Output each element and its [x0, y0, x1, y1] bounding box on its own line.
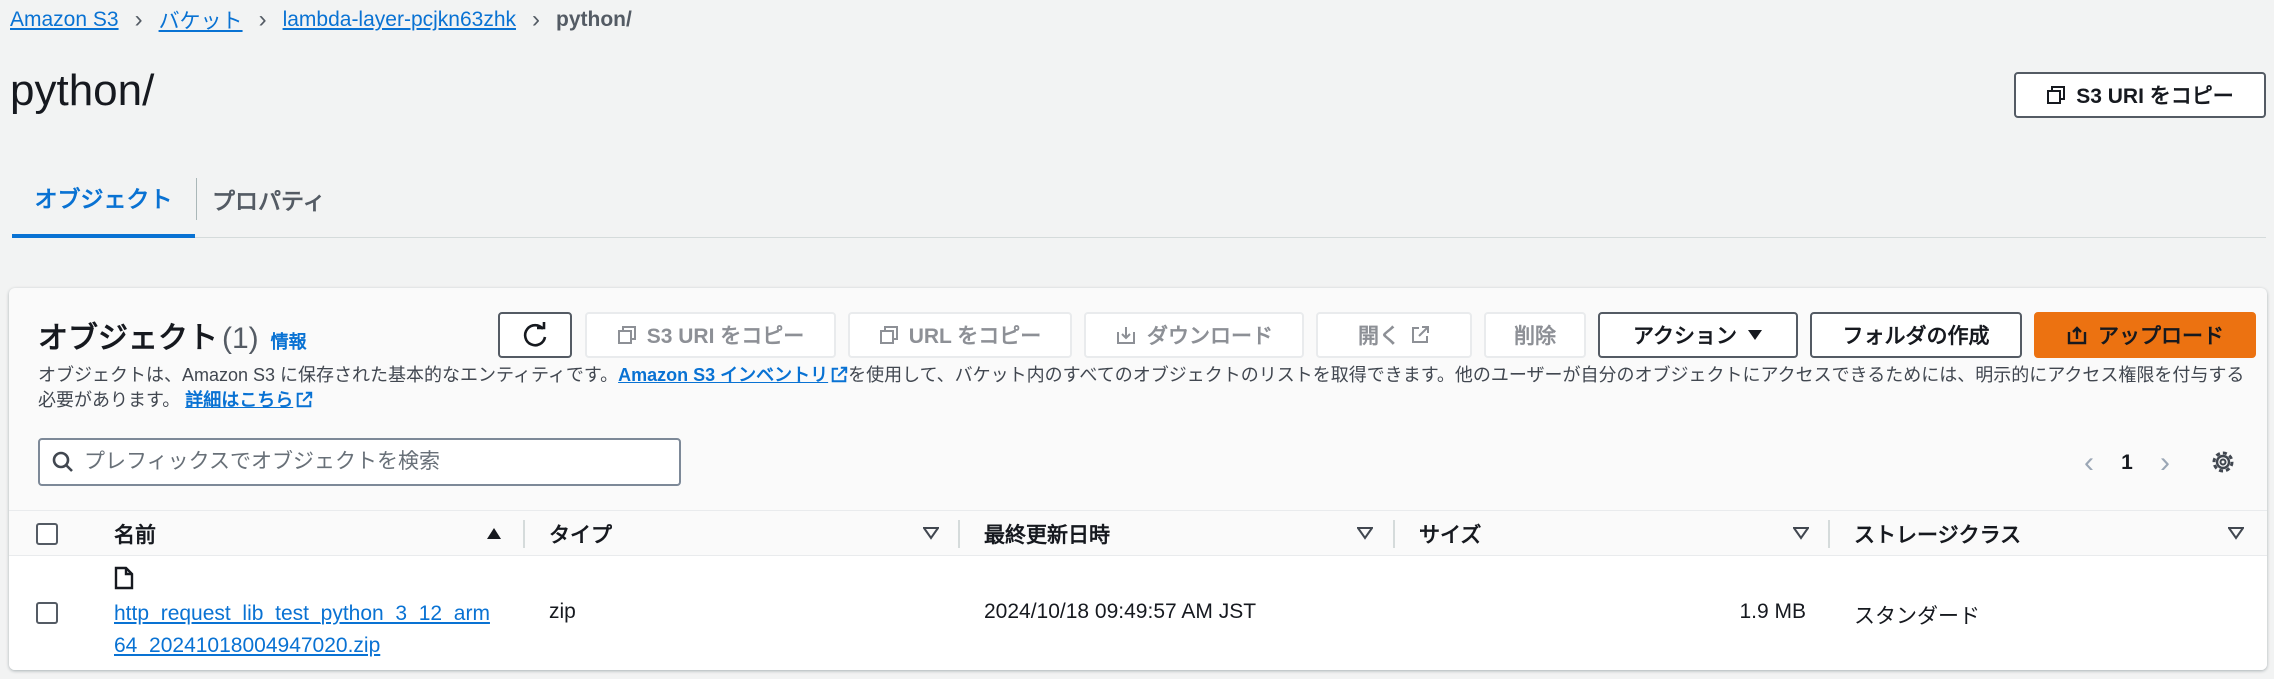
breadcrumb-link-bucket[interactable]: lambda-layer-pcjkn63zhk	[283, 8, 516, 32]
object-storage-class-cell: スタンダード	[1854, 605, 1980, 628]
chevron-right-icon: ›	[134, 6, 143, 33]
page-title: python/	[10, 66, 155, 115]
copy-s3-uri-label: S3 URI をコピー	[2076, 85, 2234, 108]
delete-label: 削除	[1514, 325, 1556, 348]
download-label: ダウンロード	[1147, 325, 1273, 348]
copy-icon	[2047, 86, 2066, 104]
column-header-last-modified[interactable]: 最終更新日時	[984, 511, 1110, 557]
create-folder-button[interactable]: フォルダの作成	[1810, 312, 2022, 358]
copy-url-label: URL をコピー	[908, 325, 1042, 348]
search-icon	[52, 451, 73, 472]
column-storage-class-label: ストレージクラス	[1854, 524, 2022, 547]
file-icon	[114, 566, 134, 590]
breadcrumb-link-buckets[interactable]: バケット	[159, 5, 243, 35]
tab-properties[interactable]: プロパティ	[212, 160, 326, 238]
column-last-modified-label: 最終更新日時	[984, 524, 1110, 547]
breadcrumb-current: python/	[556, 8, 632, 31]
caret-down-icon	[1747, 330, 1762, 340]
chevron-right-icon: ›	[532, 6, 541, 33]
object-name-cell: http_request_lib_test_python_3_12_arm64_…	[114, 598, 494, 662]
tab-bar: オブジェクト プロパティ	[12, 160, 2266, 238]
column-divider[interactable]	[958, 520, 960, 548]
objects-description: オブジェクトは、Amazon S3 に保存された基本的なエンティティです。Ama…	[38, 363, 2248, 413]
upload-label: アップロード	[2098, 325, 2224, 348]
search-input[interactable]	[84, 450, 644, 474]
refresh-button[interactable]	[498, 312, 572, 358]
info-link[interactable]: 情報	[271, 332, 307, 352]
copy-icon	[617, 326, 636, 344]
open-button[interactable]: 開く	[1316, 312, 1472, 358]
actions-label: アクション	[1633, 325, 1737, 348]
objects-title: オブジェクト	[38, 322, 218, 355]
search-box	[38, 438, 681, 486]
tab-objects[interactable]: オブジェクト	[12, 160, 195, 238]
tab-properties-label: プロパティ	[212, 188, 326, 214]
create-folder-label: フォルダの作成	[1842, 325, 1990, 348]
external-link-icon	[1412, 326, 1429, 343]
breadcrumb-link-amazon-s3[interactable]: Amazon S3	[10, 8, 119, 32]
sort-descending-icon[interactable]	[1357, 526, 1373, 540]
object-type-cell: zip	[549, 600, 576, 623]
row-checkbox[interactable]	[36, 602, 58, 624]
column-divider[interactable]	[1393, 520, 1395, 548]
chevron-right-icon[interactable]: ›	[2145, 446, 2185, 480]
gear-icon[interactable]	[2209, 448, 2237, 476]
actions-dropdown[interactable]: アクション	[1598, 312, 1798, 358]
tab-objects-label: オブジェクト	[34, 186, 173, 212]
column-name-label: 名前	[114, 524, 156, 547]
download-icon	[1117, 327, 1135, 344]
details-link[interactable]: 詳細はこちら	[185, 390, 293, 410]
column-divider[interactable]	[1828, 520, 1830, 548]
copy-s3-uri-button[interactable]: S3 URI をコピー	[2014, 72, 2266, 118]
external-link-icon	[296, 391, 313, 408]
objects-header: オブジェクト (1) 情報	[38, 313, 307, 357]
column-size-label: サイズ	[1419, 524, 1482, 547]
column-type-label: タイプ	[549, 524, 612, 547]
table-row: http_request_lib_test_python_3_12_arm64_…	[9, 556, 2267, 670]
delete-button[interactable]: 削除	[1484, 312, 1586, 358]
object-last-modified-cell: 2024/10/18 09:49:57 AM JST	[984, 600, 1257, 623]
external-link-icon	[831, 366, 848, 383]
tab-divider	[196, 178, 197, 220]
description-text-1: オブジェクトは、Amazon S3 に保存された基本的なエンティティです。	[38, 365, 619, 385]
refresh-icon	[523, 322, 547, 347]
sort-descending-icon[interactable]	[923, 526, 939, 540]
upload-button[interactable]: アップロード	[2034, 312, 2256, 358]
copy-url-button[interactable]: URL をコピー	[848, 312, 1072, 358]
breadcrumb: Amazon S3 › バケット › lambda-layer-pcjkn63z…	[10, 6, 632, 34]
objects-panel: オブジェクト (1) 情報 S3 URI をコピー URL をコピー ダウンロード …	[9, 288, 2267, 670]
column-header-storage-class[interactable]: ストレージクラス	[1854, 511, 2021, 557]
column-divider[interactable]	[523, 520, 525, 548]
inventory-link[interactable]: Amazon S3 インベントリ	[618, 365, 828, 385]
sort-descending-icon[interactable]	[2228, 526, 2244, 540]
copy-s3-uri-toolbar-label: S3 URI をコピー	[646, 325, 805, 348]
objects-count: (1)	[222, 322, 259, 355]
pagination: ‹ 1 ›	[2069, 443, 2185, 483]
column-header-size[interactable]: サイズ	[1419, 511, 1481, 557]
sort-descending-icon[interactable]	[1793, 526, 1809, 540]
column-header-type[interactable]: タイプ	[549, 511, 612, 557]
copy-icon	[879, 326, 898, 344]
upload-icon	[2067, 326, 2087, 345]
page-number[interactable]: 1	[2109, 451, 2145, 475]
column-header-name[interactable]: 名前	[114, 511, 156, 557]
chevron-right-icon: ›	[258, 6, 267, 33]
select-all-checkbox[interactable]	[36, 523, 58, 545]
table-header: 名前 タイプ 最終更新日時 サイズ ストレージクラス	[9, 510, 2267, 556]
download-button[interactable]: ダウンロード	[1084, 312, 1304, 358]
open-label: 開く	[1358, 325, 1400, 348]
object-name-link[interactable]: http_request_lib_test_python_3_12_arm64_…	[114, 598, 494, 662]
object-size-cell: 1.9 MB	[1739, 600, 1806, 623]
chevron-left-icon[interactable]: ‹	[2069, 446, 2109, 480]
copy-s3-uri-toolbar-button[interactable]: S3 URI をコピー	[585, 312, 836, 358]
sort-ascending-icon[interactable]	[486, 526, 502, 540]
